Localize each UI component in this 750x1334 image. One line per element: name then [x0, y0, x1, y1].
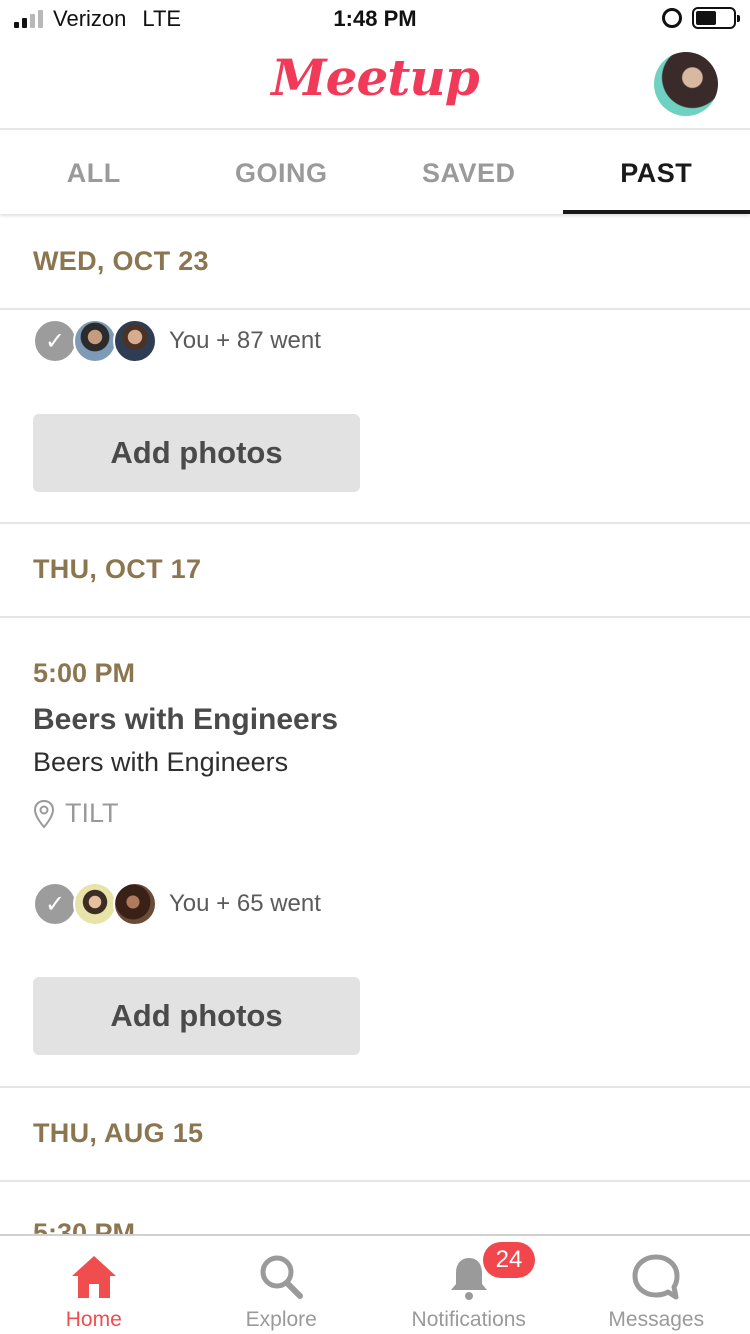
date-header: THU, AUG 15 [0, 1088, 750, 1182]
add-photos-button[interactable]: Add photos [33, 977, 360, 1055]
attendees-row: ✓ You + 65 went [33, 881, 750, 927]
checkmark-icon: ✓ [33, 319, 77, 363]
tab-saved[interactable]: SAVED [375, 132, 563, 214]
nav-home[interactable]: Home [0, 1236, 188, 1334]
tab-all[interactable]: ALL [0, 132, 188, 214]
nav-label: Notifications [411, 1308, 526, 1331]
date-header: THU, OCT 17 [0, 524, 750, 618]
venue-name: TILT [65, 798, 119, 828]
nav-messages[interactable]: Messages [563, 1236, 750, 1334]
meetup-logo: Meetup [271, 48, 479, 107]
tab-past[interactable]: PAST [562, 132, 750, 214]
attendee-avatar [73, 319, 117, 363]
events-list: WED, OCT 23 ✓ You + 87 went Add photos T… [0, 216, 750, 1302]
date-header: WED, OCT 23 [0, 216, 750, 310]
alarm-icon [662, 8, 682, 28]
add-photos-button[interactable]: Add photos [33, 414, 360, 492]
profile-avatar[interactable] [654, 52, 718, 116]
event-title[interactable]: Beers with Engineers [33, 703, 750, 737]
checkmark-icon: ✓ [33, 882, 77, 926]
nav-label: Explore [245, 1308, 317, 1331]
nav-explore[interactable]: Explore [188, 1236, 376, 1334]
notification-badge: 24 [483, 1242, 535, 1278]
chat-bubble-icon [632, 1254, 680, 1300]
attendees-count: You + 65 went [169, 890, 321, 917]
event-card[interactable]: ✓ You + 87 went Add photos [0, 310, 750, 524]
attendee-avatar [113, 319, 157, 363]
event-group: Beers with Engineers [33, 747, 289, 777]
attendees-count: You + 87 went [169, 327, 321, 354]
attendee-avatar [113, 882, 157, 926]
tab-going[interactable]: GOING [188, 132, 376, 214]
event-card[interactable]: 5:00 PM Beers with Engineers Beers with … [0, 618, 750, 1088]
status-right [662, 7, 740, 29]
event-venue: TILT [33, 798, 750, 829]
location-pin-icon [33, 799, 55, 828]
search-icon [260, 1255, 304, 1299]
home-icon [71, 1256, 116, 1298]
bottom-navigation: Home Explore 24 Notifications Messages [0, 1234, 750, 1334]
attendee-avatar [73, 882, 117, 926]
nav-notifications[interactable]: 24 Notifications [375, 1236, 563, 1334]
events-tabs: ALL GOING SAVED PAST [0, 132, 750, 214]
app-header: Meetup [0, 40, 750, 130]
nav-label: Messages [608, 1308, 705, 1331]
nav-label: Home [65, 1308, 122, 1331]
battery-icon [692, 7, 740, 29]
status-time: 1:48 PM [333, 6, 417, 31]
status-bar: Verizon LTE 1:48 PM [0, 0, 750, 40]
attendees-row: ✓ You + 87 went [33, 318, 750, 364]
event-time: 5:00 PM [33, 658, 136, 688]
